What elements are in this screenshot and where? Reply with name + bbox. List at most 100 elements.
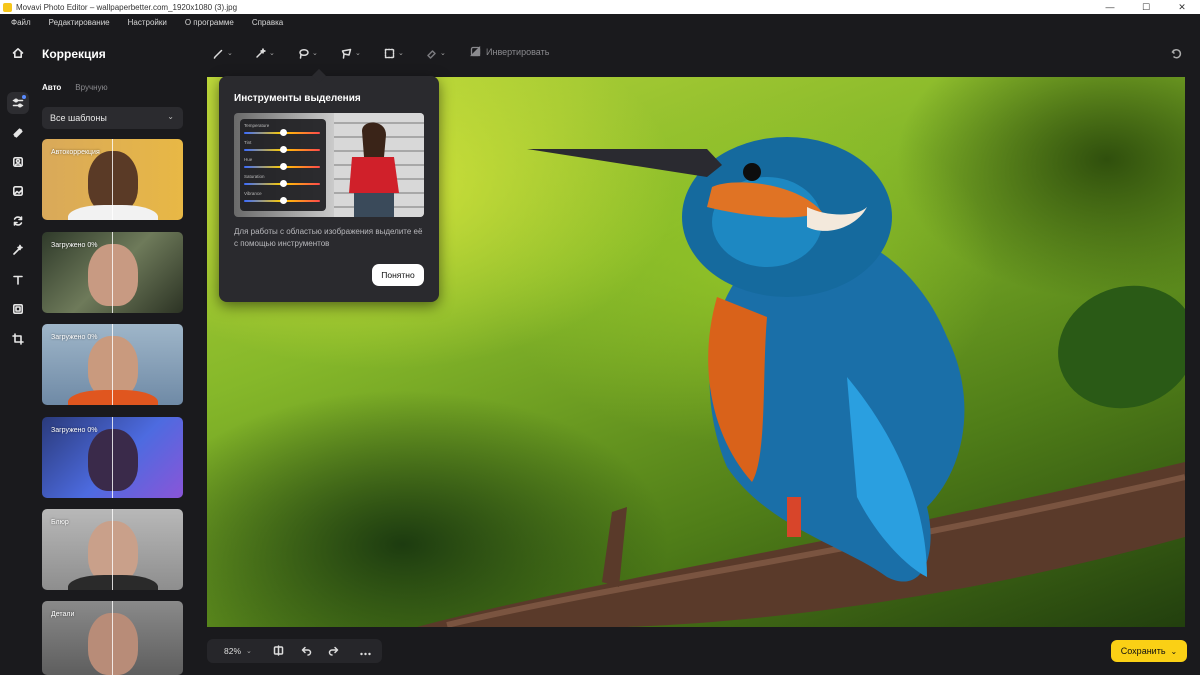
preset-thumbnail — [88, 336, 138, 398]
mode-tabs: Авто Вручную — [42, 83, 108, 92]
chevron-down-icon: ⌄ — [227, 50, 233, 57]
refresh-icon — [13, 216, 23, 226]
preset-3[interactable]: Загружено 0% — [42, 324, 183, 405]
frame-icon — [12, 303, 23, 314]
zoom-level[interactable]: 82% — [224, 646, 241, 656]
preset-blur[interactable]: Блюр — [42, 509, 183, 590]
magic-select-tool[interactable]: ⌄ — [255, 45, 275, 61]
retouch-tool-button[interactable] — [7, 122, 29, 144]
portrait-tool-button[interactable] — [7, 151, 29, 173]
preset-thumbnail — [88, 244, 138, 306]
minimize-button[interactable]: — — [1092, 0, 1128, 14]
chevron-down-icon: ⌄ — [312, 50, 318, 57]
preset-autocorrection[interactable]: Автокоррекция — [42, 139, 183, 220]
crop-icon — [12, 333, 24, 345]
text-tool-button[interactable] — [7, 269, 29, 291]
lasso-tool[interactable]: ⌄ — [298, 45, 318, 61]
preview-slider: Saturation — [244, 174, 324, 191]
preview-slider: Hue — [244, 157, 324, 174]
eraser-tool[interactable]: ⌄ — [426, 45, 446, 61]
chevron-down-icon: ⌄ — [440, 50, 446, 57]
before-after-divider — [112, 324, 113, 405]
before-after-divider — [112, 139, 113, 220]
chevron-down-icon: ⌄ — [269, 50, 275, 57]
ellipsis-icon — [360, 652, 371, 656]
adjust-tool-button[interactable] — [7, 92, 29, 114]
image-icon — [12, 185, 23, 196]
save-label: Сохранить — [1120, 646, 1166, 656]
active-dot-icon — [22, 95, 26, 99]
brush-select-tool[interactable]: ⌄ — [213, 45, 233, 61]
preview-slider-knob — [280, 129, 287, 136]
undo-button[interactable] — [301, 645, 312, 658]
menu-file[interactable]: Файл — [11, 18, 31, 27]
before-after-divider — [112, 509, 113, 590]
eraser-icon — [427, 49, 436, 59]
preset-details[interactable]: Детали — [42, 601, 183, 675]
compare-button[interactable] — [273, 645, 284, 658]
transform-tool-button[interactable] — [7, 210, 29, 232]
preset-label: Загружено 0% — [51, 427, 98, 434]
preset-thumbnail — [88, 429, 138, 491]
preset-label: Блюр — [51, 519, 69, 526]
preview-slider-knob — [280, 197, 287, 204]
selection-toolbar: ⌄ ⌄ ⌄ ⌄ ⌄ ⌄ Инвертировать — [196, 31, 1200, 77]
compare-icon — [273, 645, 284, 656]
app-logo-icon — [3, 2, 12, 12]
tab-auto[interactable]: Авто — [42, 83, 61, 92]
maximize-button[interactable]: ☐ — [1128, 0, 1164, 14]
more-options-button[interactable] — [360, 648, 371, 658]
menu-settings[interactable]: Настройки — [128, 18, 167, 27]
menu-help[interactable]: Справка — [252, 18, 283, 27]
preset-thumbnail-body — [68, 205, 158, 220]
got-it-button[interactable]: Понятно — [372, 264, 424, 286]
panel-title: Коррекция — [42, 47, 106, 61]
magic-wand-icon — [256, 47, 266, 58]
window-title: Movavi Photo Editor – wallpaperbetter.co… — [16, 2, 238, 12]
frames-tool-button[interactable] — [7, 298, 29, 320]
before-after-divider — [112, 417, 113, 498]
preview-slider-label: Hue — [244, 157, 253, 162]
chevron-down-icon: ⌄ — [246, 648, 252, 655]
preset-label: Автокоррекция — [51, 149, 100, 156]
magic-wand-icon — [13, 244, 23, 255]
preset-thumbnail — [88, 521, 138, 583]
undo-arrow-icon — [1171, 49, 1182, 59]
portrait-icon — [12, 156, 23, 167]
window-titlebar: Movavi Photo Editor – wallpaperbetter.co… — [0, 0, 1200, 14]
invert-label: Инвертировать — [486, 46, 550, 57]
preset-2[interactable]: Загружено 0% — [42, 232, 183, 313]
tab-manual[interactable]: Вручную — [75, 83, 107, 92]
replace-bg-button[interactable] — [7, 180, 29, 202]
redo-button[interactable] — [328, 645, 339, 658]
invert-selection-button[interactable]: Инвертировать — [470, 46, 549, 57]
preview-slider-label: Tint — [244, 140, 252, 145]
menu-about[interactable]: О программе — [185, 18, 234, 27]
view-controls: 82% ⌄ — [207, 639, 382, 663]
tool-rail — [0, 31, 36, 675]
close-button[interactable]: ✕ — [1164, 0, 1200, 14]
text-icon — [13, 275, 23, 285]
chevron-down-icon: ⌄ — [398, 50, 404, 57]
selection-tools-popup: Инструменты выделения Temperature Tint Hue… — [219, 76, 439, 302]
polygon-lasso-tool[interactable]: ⌄ — [341, 45, 361, 61]
popup-description: Для работы с областью изображения выдели… — [234, 227, 423, 248]
effects-tool-button[interactable] — [7, 239, 29, 261]
redo-icon — [328, 646, 339, 656]
menu-edit[interactable]: Редактирование — [49, 18, 110, 27]
lasso-icon — [299, 48, 309, 59]
preset-label: Загружено 0% — [51, 242, 98, 249]
save-button[interactable]: Сохранить ⌄ — [1111, 640, 1187, 662]
bandage-icon — [13, 128, 23, 138]
crop-tool-button[interactable] — [7, 328, 29, 350]
preset-thumbnail — [88, 613, 138, 675]
rect-select-tool[interactable]: ⌄ — [384, 45, 404, 61]
home-button[interactable] — [7, 42, 29, 64]
preview-slider-label: Vibrance — [244, 191, 262, 196]
before-after-divider — [112, 232, 113, 313]
preset-4[interactable]: Загружено 0% — [42, 417, 183, 498]
preview-slider-knob — [280, 146, 287, 153]
reset-button[interactable] — [1171, 46, 1182, 64]
preview-slider: Tint — [244, 140, 324, 157]
templates-dropdown[interactable]: Все шаблоны ⌄ — [42, 107, 183, 129]
